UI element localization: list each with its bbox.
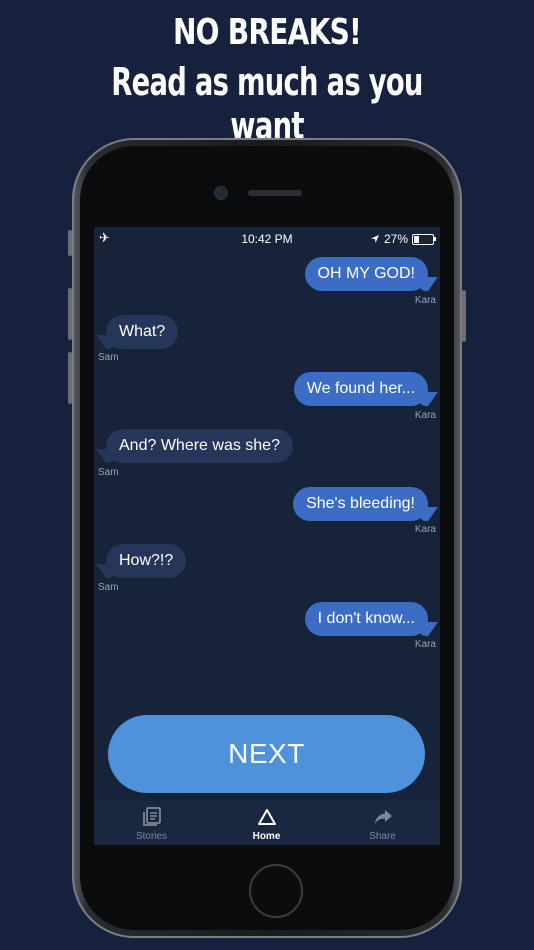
message-text: What? bbox=[106, 315, 179, 349]
tab-home[interactable]: Home bbox=[209, 801, 324, 845]
tab-bar: Stories Home Share bbox=[94, 801, 440, 845]
promo-subheadline: Read as much as you want bbox=[111, 60, 423, 148]
message-text: How?!? bbox=[106, 544, 187, 578]
message-sender: Kara bbox=[414, 295, 436, 306]
promo-headline: NO BREAKS! bbox=[172, 12, 362, 53]
message-sender: Sam bbox=[98, 352, 119, 363]
tab-stories[interactable]: Stories bbox=[94, 801, 209, 845]
message-bubble: How?!? bbox=[106, 544, 187, 578]
volume-down-button bbox=[68, 352, 72, 404]
tab-share[interactable]: Share bbox=[325, 801, 440, 845]
earpiece-speaker bbox=[248, 190, 302, 196]
mute-switch bbox=[68, 230, 72, 256]
share-icon bbox=[374, 810, 392, 824]
volume-up-button bbox=[68, 288, 72, 340]
message-sender: Kara bbox=[414, 524, 436, 535]
message-bubble: OH MY GOD! bbox=[304, 257, 428, 291]
message-text: I don't know... bbox=[304, 602, 428, 636]
tab-label: Share bbox=[369, 831, 396, 842]
status-bar: ✈ 10:42 PM 27% bbox=[94, 227, 440, 249]
stories-icon bbox=[142, 807, 161, 826]
message-bubble: What? bbox=[106, 315, 179, 349]
power-button bbox=[462, 290, 466, 342]
tab-label: Home bbox=[252, 831, 281, 842]
location-arrow-icon bbox=[370, 235, 379, 243]
message-bubble: She's bleeding! bbox=[293, 487, 428, 521]
message-bubble: We found her... bbox=[293, 372, 428, 406]
message-text: And? Where was she? bbox=[106, 429, 293, 463]
message-sender: Kara bbox=[414, 639, 436, 650]
home-triangle-icon bbox=[257, 809, 276, 825]
message-sender: Sam bbox=[98, 467, 119, 478]
front-camera bbox=[216, 188, 226, 198]
home-button[interactable] bbox=[249, 864, 303, 918]
battery-percent: 27% bbox=[383, 232, 408, 246]
message-bubble: And? Where was she? bbox=[106, 429, 293, 463]
message-text: We found her... bbox=[293, 372, 428, 406]
message-sender: Sam bbox=[98, 582, 119, 593]
message-text: She's bleeding! bbox=[293, 487, 428, 521]
message-text: OH MY GOD! bbox=[304, 257, 428, 291]
battery-icon bbox=[412, 233, 436, 245]
message-bubble: I don't know... bbox=[304, 602, 428, 636]
next-button[interactable]: NEXT bbox=[108, 715, 425, 793]
tab-label: Stories bbox=[135, 831, 168, 842]
message-sender: Kara bbox=[414, 410, 436, 421]
app-screen: ✈ 10:42 PM 27% OH MY GOD! Kara What? Sam… bbox=[94, 227, 440, 845]
